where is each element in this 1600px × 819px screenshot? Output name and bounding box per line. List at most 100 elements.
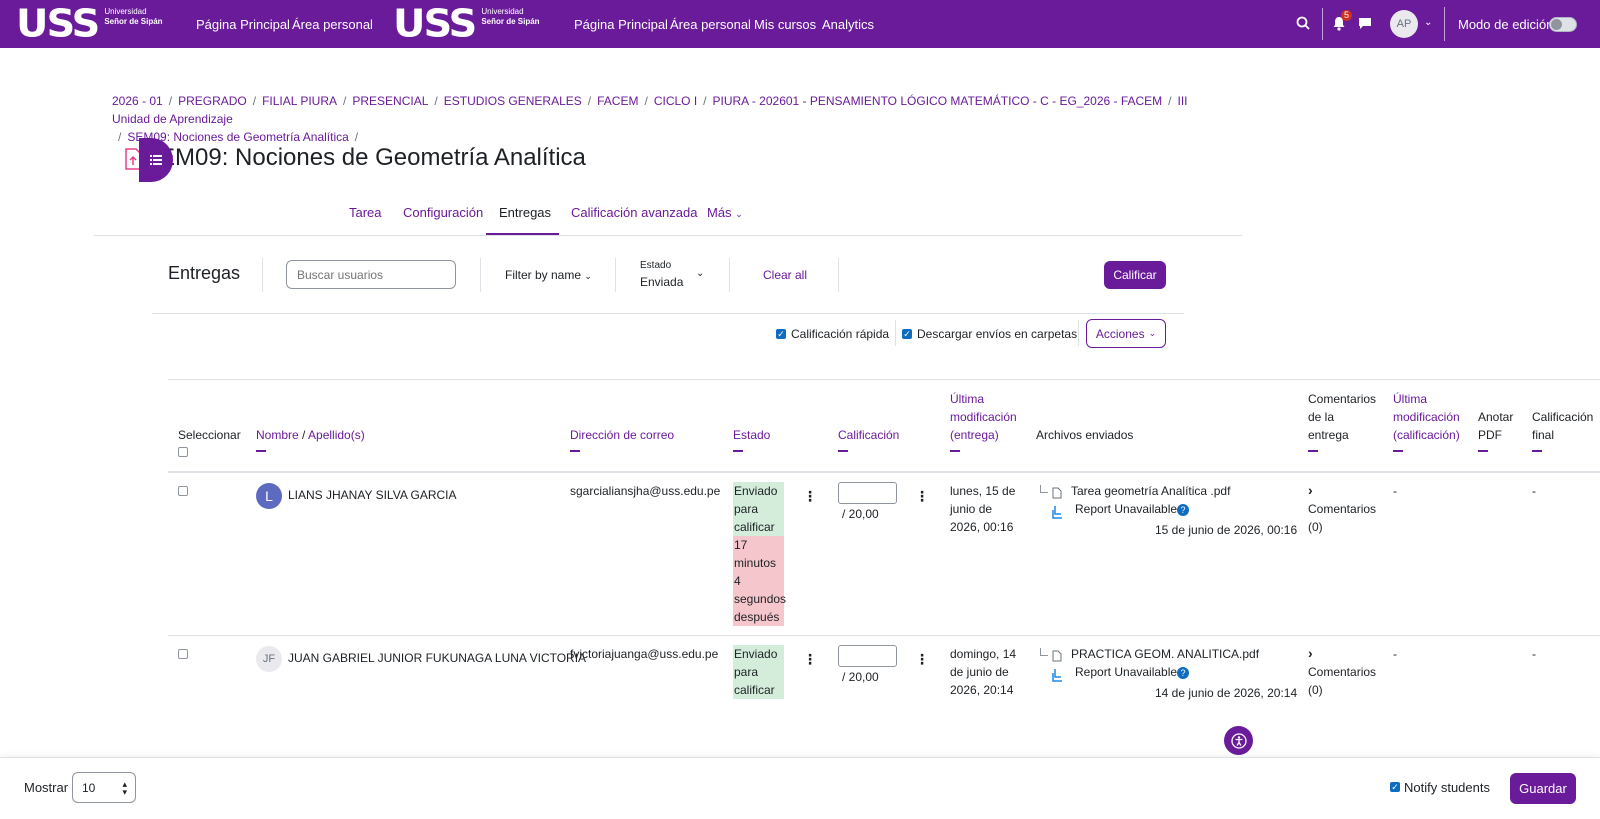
breadcrumb-item[interactable]: ESTUDIOS GENERALES	[444, 94, 582, 108]
status-filter-dropdown[interactable]: Enviada	[640, 275, 683, 289]
help-icon[interactable]: ?	[1177, 504, 1189, 516]
row-select-checkbox[interactable]	[178, 486, 188, 496]
page-title: SEM09: Nociones de Geometría Analítica	[143, 144, 586, 171]
column-header-status[interactable]: Estado	[733, 426, 770, 452]
chevron-right-icon[interactable]: ›	[1308, 645, 1313, 661]
notify-students-checkbox[interactable]: ✓	[1390, 782, 1400, 792]
download-folders-option[interactable]: ✓ Descargar envíos en carpetas	[902, 327, 1077, 341]
breadcrumb-item[interactable]: PIURA - 202601 - PENSAMIENTO LÓGICO MATE…	[713, 94, 1163, 108]
nav-my-courses-link[interactable]: Mis cursos	[754, 17, 816, 32]
actions-dropdown-button[interactable]: Acciones ⌄	[1086, 319, 1166, 348]
chevron-down-icon[interactable]: ⌄	[1424, 17, 1432, 28]
sticky-footer: Mostrar 10 ▴ ▾ ✓ Notify students Guardar	[0, 757, 1600, 819]
collapse-column-icon[interactable]	[1308, 450, 1318, 452]
collapse-column-icon[interactable]	[950, 450, 960, 452]
column-header-email[interactable]: Dirección de correo	[570, 426, 674, 452]
status-badge-submitted: Enviado para calificar	[733, 645, 784, 699]
user-avatar[interactable]: AP	[1390, 10, 1418, 38]
accessibility-icon[interactable]	[1224, 726, 1253, 755]
nav-home-link-2[interactable]: Página Principal	[574, 17, 668, 32]
breadcrumb-item[interactable]: PRESENCIAL	[352, 94, 428, 108]
nav-home-link[interactable]: Página Principal	[196, 17, 290, 32]
row-select-checkbox[interactable]	[178, 649, 188, 659]
filter-divider	[615, 258, 616, 292]
comments-link[interactable]: Comentarios (0)	[1308, 500, 1376, 536]
search-icon[interactable]	[1296, 16, 1310, 30]
column-header-submission-comments: Comentarios de la entrega	[1308, 390, 1376, 452]
grade-menu-kebab-icon[interactable]: ⋮	[915, 652, 929, 666]
grade-menu-kebab-icon[interactable]: ⋮	[915, 489, 929, 503]
status-badge-late: 17 minutos 4 segundos después	[733, 536, 787, 626]
search-users-input[interactable]	[286, 260, 456, 289]
grade-input[interactable]	[838, 645, 897, 667]
breadcrumb: 2026 - 01/PREGRADO / FILIAL PIURA / PRESENCI…	[112, 94, 1188, 144]
filter-divider	[729, 258, 730, 292]
nav-dashboard-link-2[interactable]: Área personal	[670, 17, 751, 32]
download-folders-checkbox[interactable]: ✓	[902, 329, 912, 339]
tab-submissions[interactable]: Entregas	[499, 205, 551, 220]
edit-mode-label: Modo de edición	[1458, 17, 1554, 32]
comments-link[interactable]: Comentarios (0)	[1308, 663, 1376, 699]
sort-by-name-link[interactable]: Nombre	[256, 428, 299, 442]
collapse-column-icon[interactable]	[838, 450, 848, 452]
collapse-column-icon[interactable]	[1478, 450, 1488, 452]
grade-max: / 20,00	[842, 670, 879, 684]
save-button[interactable]: Guardar	[1510, 773, 1576, 804]
chat-bubble-icon[interactable]	[1358, 17, 1372, 30]
collapse-column-icon[interactable]	[570, 450, 580, 452]
nav-dashboard-link[interactable]: Área personal	[292, 17, 373, 32]
chevron-right-icon[interactable]: ›	[1308, 482, 1313, 498]
pdf-file-icon	[1052, 650, 1062, 665]
breadcrumb-item[interactable]: 2026 - 01	[112, 94, 163, 108]
submissions-heading: Entregas	[168, 263, 241, 283]
row-actions-kebab-icon[interactable]: ⋮	[803, 489, 817, 503]
edit-mode-toggle[interactable]	[1549, 17, 1577, 32]
tab-settings[interactable]: Configuración	[403, 205, 483, 220]
bell-icon[interactable]: 5	[1332, 10, 1352, 31]
filter-by-name-dropdown[interactable]: Filter by name ⌄	[505, 268, 592, 282]
grade-button[interactable]: Calificar	[1104, 261, 1166, 289]
collapse-column-icon[interactable]	[733, 450, 743, 452]
tab-advanced-grading[interactable]: Calificación avanzada	[571, 205, 697, 220]
table-header-border	[168, 471, 1600, 473]
column-header-name: Nombre / Apellido(s)	[256, 426, 365, 452]
chevron-down-icon: ⌄	[1148, 328, 1157, 338]
per-page-select[interactable]: 10 ▴ ▾	[72, 772, 136, 803]
column-header-last-modified-grade[interactable]: Última modificación (calificación)	[1393, 390, 1460, 452]
tree-connector	[1040, 648, 1048, 656]
pdf-file-icon	[1052, 487, 1062, 502]
chevron-down-icon[interactable]: ⌄	[696, 268, 704, 279]
grade-input[interactable]	[838, 482, 897, 504]
select-all-checkbox[interactable]	[178, 447, 188, 457]
university-logo[interactable]: USS Universidad Señor de Sipán	[16, 0, 163, 48]
breadcrumb-item[interactable]: CICLO I	[654, 94, 697, 108]
file-upload-date: 14 de junio de 2026, 20:14	[1155, 686, 1298, 700]
collapse-column-icon[interactable]	[1393, 450, 1403, 452]
help-icon[interactable]: ?	[1177, 667, 1189, 679]
breadcrumb-item[interactable]: FACEM	[597, 94, 638, 108]
turnitin-report-icon	[1052, 668, 1064, 685]
student-name-link[interactable]: LIANS JHANAY SILVA GARCIA	[288, 486, 457, 504]
column-header-grade[interactable]: Calificación	[838, 426, 899, 452]
final-grade: -	[1532, 647, 1536, 661]
submitted-file-link[interactable]: Tarea geometría Analítica .pdf	[1071, 482, 1230, 500]
sort-by-surname-link[interactable]: Apellido(s)	[308, 428, 365, 442]
column-header-last-modified-submission[interactable]: Última modificación (entrega)	[950, 390, 1017, 452]
quick-grading-option[interactable]: ✓ Calificación rápida	[776, 327, 889, 341]
breadcrumb-item[interactable]: PREGRADO	[178, 94, 247, 108]
collapse-column-icon[interactable]	[1532, 450, 1542, 452]
navbar-divider	[1322, 8, 1323, 40]
submitted-file-link[interactable]: PRACTICA GEOM. ANALITICA.pdf	[1071, 645, 1259, 663]
collapse-column-icon[interactable]	[256, 450, 266, 452]
tab-more[interactable]: Más ⌄	[707, 205, 743, 220]
row-actions-kebab-icon[interactable]: ⋮	[803, 652, 817, 666]
clear-all-filters-link[interactable]: Clear all	[763, 268, 807, 282]
breadcrumb-item[interactable]: FILIAL PIURA	[262, 94, 337, 108]
university-logo-secondary[interactable]: USS Universidad Señor de Sipán	[393, 0, 540, 48]
nav-analytics-link[interactable]: Analytics	[822, 17, 874, 32]
last-modified-grade: -	[1393, 484, 1397, 498]
quick-grading-checkbox[interactable]: ✓	[776, 329, 786, 339]
option-divider	[1078, 320, 1079, 346]
tab-assignment[interactable]: Tarea	[349, 205, 382, 220]
student-name-link[interactable]: JUAN GABRIEL JUNIOR FUKUNAGA LUNA VICTOR…	[288, 649, 586, 667]
